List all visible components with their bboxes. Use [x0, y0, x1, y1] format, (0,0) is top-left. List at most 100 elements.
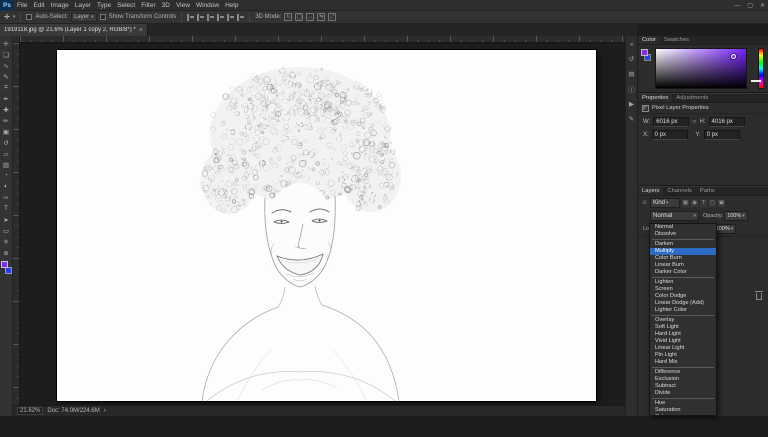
tool-preset-caret-icon[interactable]: ▾ [13, 14, 16, 20]
spot-healing-tool[interactable]: ✚ [1, 104, 12, 115]
menu-item-lighter-color[interactable]: Lighter Color [650, 307, 716, 314]
x-field[interactable]: 0 px [652, 130, 688, 140]
link-dimensions-icon[interactable]: ∞ [692, 119, 696, 125]
zoom-level-field[interactable]: 21.62% [17, 407, 43, 415]
saturation-brightness-picker[interactable] [655, 48, 747, 89]
menu-help[interactable]: Help [222, 2, 241, 9]
info-panel-icon[interactable]: ⓘ [627, 84, 637, 94]
menu-item-saturation[interactable]: Saturation [650, 407, 716, 414]
tab-properties[interactable]: Properties [638, 94, 672, 102]
minimize-button[interactable]: — [734, 3, 740, 9]
menu-item-vivid-light[interactable]: Vivid Light [650, 338, 716, 345]
eyedropper-tool[interactable]: ✒ [1, 93, 12, 104]
menu-item-screen[interactable]: Screen [650, 286, 716, 293]
menu-item-dissolve[interactable]: Dissolve [650, 231, 716, 238]
history-panel-icon[interactable]: ↺ [627, 54, 637, 64]
align-left-icon[interactable] [187, 14, 194, 21]
type-tool[interactable]: T [1, 203, 12, 214]
menu-window[interactable]: Window [193, 2, 222, 9]
3d-slide-icon[interactable]: ⇆ [317, 13, 325, 21]
opacity-field[interactable]: 100% ▾ [724, 211, 748, 221]
foreground-color-swatch[interactable] [1, 261, 8, 268]
blend-mode-dropdown[interactable]: Normal ▾ [650, 211, 699, 221]
height-field[interactable]: 4016 px [709, 117, 745, 127]
trash-icon[interactable] [756, 293, 762, 300]
y-field[interactable]: 0 px [704, 130, 740, 140]
close-tab-icon[interactable]: × [139, 27, 143, 34]
menu-item-pin-light[interactable]: Pin Light [650, 352, 716, 359]
menu-type[interactable]: Type [94, 2, 114, 9]
gradient-tool[interactable]: ▨ [1, 159, 12, 170]
menu-item-linear-dodge[interactable]: Linear Dodge (Add) [650, 300, 716, 307]
document-tab[interactable]: 1919118.jpg @ 21.6% (Layer 1 copy 2, RGB… [0, 24, 148, 36]
3d-rotate-icon[interactable]: ↻ [284, 13, 292, 21]
menu-select[interactable]: Select [114, 2, 138, 9]
menu-item-hard-mix[interactable]: Hard Mix [650, 359, 716, 366]
menu-item-difference[interactable]: Difference [650, 369, 716, 376]
actions-panel-icon[interactable]: ▶ [627, 99, 637, 109]
document-canvas[interactable] [57, 50, 596, 401]
hue-slider[interactable] [758, 48, 764, 89]
filter-pixel-layers-icon[interactable]: ▦ [682, 200, 689, 207]
3d-roll-icon[interactable]: ◯ [295, 13, 303, 21]
filter-smart-objects-icon[interactable]: ▣ [718, 200, 725, 207]
menu-item-hard-light[interactable]: Hard Light [650, 331, 716, 338]
path-selection-tool[interactable]: ➤ [1, 214, 12, 225]
menu-3d[interactable]: 3D [159, 2, 173, 9]
menu-item-overlay[interactable]: Overlay [650, 317, 716, 324]
menu-item-exclusion[interactable]: Exclusion [650, 376, 716, 383]
tab-swatches[interactable]: Swatches [660, 36, 693, 44]
align-top-icon[interactable] [217, 14, 224, 21]
show-transform-checkbox[interactable] [100, 14, 106, 20]
color-picker-cursor[interactable] [731, 54, 736, 59]
menu-edit[interactable]: Edit [30, 2, 47, 9]
move-tool[interactable]: ✛ [1, 38, 12, 49]
brush-settings-panel-icon[interactable]: ✎ [627, 114, 637, 124]
properties-panel-icon[interactable]: ▤ [627, 69, 637, 79]
clone-stamp-tool[interactable]: ▣ [1, 126, 12, 137]
auto-select-target-dropdown[interactable]: Layer ▾ [71, 13, 97, 22]
width-field[interactable]: 6016 px [653, 117, 689, 127]
menu-filter[interactable]: Filter [138, 2, 158, 9]
ruler-origin[interactable] [13, 36, 20, 43]
menu-item-divide[interactable]: Divide [650, 390, 716, 397]
auto-select-checkbox[interactable] [26, 14, 32, 20]
zoom-tool[interactable]: ⊕ [1, 247, 12, 258]
dodge-tool[interactable]: ◐ [1, 181, 12, 192]
crop-tool[interactable]: ⌗ [1, 82, 12, 93]
menu-file[interactable]: File [14, 2, 30, 9]
collapse-panels-icon[interactable]: « [627, 39, 637, 49]
brush-tool[interactable]: ✏ [1, 115, 12, 126]
tab-channels[interactable]: Channels [663, 187, 696, 195]
hand-tool[interactable]: ✳ [1, 236, 12, 247]
menu-layer[interactable]: Layer [72, 2, 94, 9]
menu-item-hue[interactable]: Hue [650, 400, 716, 407]
marquee-tool[interactable]: ❏ [1, 49, 12, 60]
status-chevron-icon[interactable]: › [104, 408, 106, 414]
tab-layers[interactable]: Layers [638, 187, 663, 195]
align-right-icon[interactable] [207, 14, 214, 21]
horizontal-ruler[interactable] [20, 36, 625, 43]
filter-kind-dropdown[interactable]: Kind ▾ [650, 198, 680, 208]
menu-item-color-burn[interactable]: Color Burn [650, 255, 716, 262]
vertical-ruler[interactable] [13, 43, 20, 405]
hue-slider-cursor[interactable] [751, 80, 761, 82]
quick-selection-tool[interactable]: ✎ [1, 71, 12, 82]
filter-type-layers-icon[interactable]: T [700, 200, 707, 207]
menu-item-darker-color[interactable]: Darker Color [650, 269, 716, 276]
filter-shape-layers-icon[interactable]: ◻ [709, 200, 716, 207]
3d-scale-icon[interactable]: ⤢ [328, 13, 336, 21]
tab-adjustments[interactable]: Adjustments [672, 94, 712, 102]
menu-item-soft-light[interactable]: Soft Light [650, 324, 716, 331]
menu-item-lighten[interactable]: Lighten [650, 279, 716, 286]
align-bottom-icon[interactable] [237, 14, 244, 21]
shape-tool[interactable]: ▭ [1, 225, 12, 236]
filter-pick-icon[interactable]: ⊙ [641, 200, 648, 207]
menu-item-darken[interactable]: Darken [650, 241, 716, 248]
tab-paths[interactable]: Paths [696, 187, 719, 195]
menu-item-color-dodge[interactable]: Color Dodge [650, 293, 716, 300]
close-button[interactable]: ✕ [760, 2, 765, 9]
tab-color[interactable]: Color [638, 36, 660, 44]
3d-drag-icon[interactable]: ↔ [306, 13, 314, 21]
menu-item-subtract[interactable]: Subtract [650, 383, 716, 390]
